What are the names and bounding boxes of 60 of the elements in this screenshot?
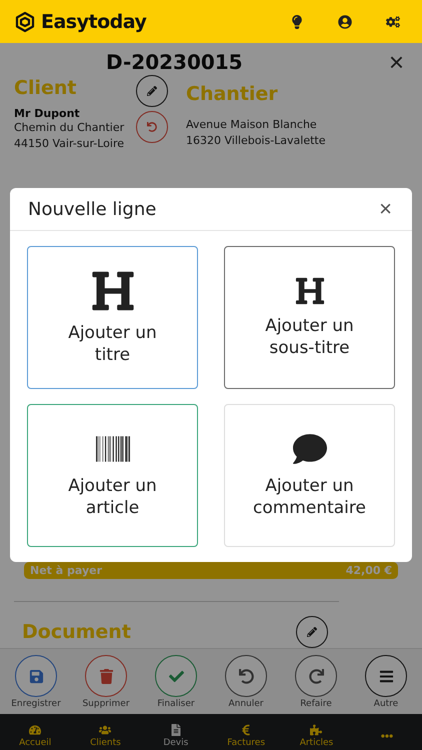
- lightbulb-icon: [290, 14, 304, 28]
- close-button[interactable]: ×: [375, 198, 396, 220]
- pencil-icon: [307, 627, 317, 637]
- option-card[interactable]: Ajouter un titre: [27, 246, 198, 389]
- action-label: Enregistrer: [11, 699, 61, 709]
- document-heading: Document: [22, 621, 131, 643]
- option-card[interactable]: Ajouter un article: [27, 404, 198, 547]
- action-label: Annuler: [228, 699, 264, 709]
- undo-icon: [147, 122, 157, 132]
- total-amount: 42,00 €: [346, 564, 392, 577]
- close-button[interactable]: ×: [384, 49, 408, 75]
- save-button[interactable]: [15, 655, 57, 697]
- document-number: D-20230015: [106, 50, 243, 74]
- client-address: 44150 Vair-sur-Loire: [14, 136, 126, 152]
- pencil-icon: [147, 86, 157, 96]
- action-label: Refaire: [300, 699, 332, 709]
- site-heading: Chantier: [186, 83, 279, 105]
- dialog-title: Nouvelle ligne: [28, 198, 156, 220]
- nav-tab[interactable]: Factures: [210, 714, 282, 750]
- check-icon: [168, 668, 184, 684]
- action-label: Autre: [374, 699, 398, 709]
- nav-tab[interactable]: Articles: [281, 714, 352, 750]
- nav-tab[interactable]: Accueil: [0, 714, 70, 750]
- menu-icon: [378, 668, 394, 684]
- more-button[interactable]: [365, 655, 407, 697]
- heading-icon: [294, 276, 324, 306]
- undo-button[interactable]: [225, 655, 267, 697]
- gauge-icon: [29, 724, 42, 736]
- client-name: Mr Dupont: [14, 107, 81, 120]
- edit-button[interactable]: [136, 75, 168, 107]
- speech-bubble-icon: [292, 432, 326, 466]
- site-address: 16320 Villebois-Lavalette: [186, 133, 327, 149]
- redo-button[interactable]: [295, 655, 337, 697]
- undo-icon: [238, 668, 254, 684]
- site-address: Avenue Maison Blanche: [186, 117, 318, 133]
- heading-icon: [90, 269, 134, 314]
- document-icon: [170, 724, 182, 736]
- client-address: Chemin du Chantier: [14, 120, 126, 136]
- user-icon: [338, 14, 352, 28]
- save-icon: [28, 668, 44, 684]
- redo-icon: [308, 668, 324, 684]
- logo-icon: [14, 10, 36, 32]
- users-icon: [99, 724, 112, 736]
- delete-button[interactable]: [85, 655, 127, 697]
- puzzle-icon: [310, 724, 322, 736]
- action-label: Finaliser: [157, 699, 195, 709]
- reset-button[interactable]: [136, 111, 168, 143]
- euro-icon: [240, 724, 252, 736]
- nav-tab[interactable]: Clients: [70, 714, 141, 750]
- nav-tab[interactable]: Devis: [140, 714, 211, 750]
- option-card[interactable]: Ajouter un commentaire: [224, 404, 395, 547]
- trash-icon: [98, 668, 114, 684]
- edit-button[interactable]: [296, 616, 328, 648]
- finalize-button[interactable]: [155, 655, 197, 697]
- total-label: Net à payer: [30, 564, 102, 577]
- option-card[interactable]: Ajouter un sous-titre: [224, 246, 395, 389]
- client-heading: Client: [14, 77, 78, 99]
- action-label: Supprimer: [82, 699, 130, 709]
- settings-icon: [386, 14, 400, 28]
- app-logo-text: Easytoday: [41, 10, 146, 32]
